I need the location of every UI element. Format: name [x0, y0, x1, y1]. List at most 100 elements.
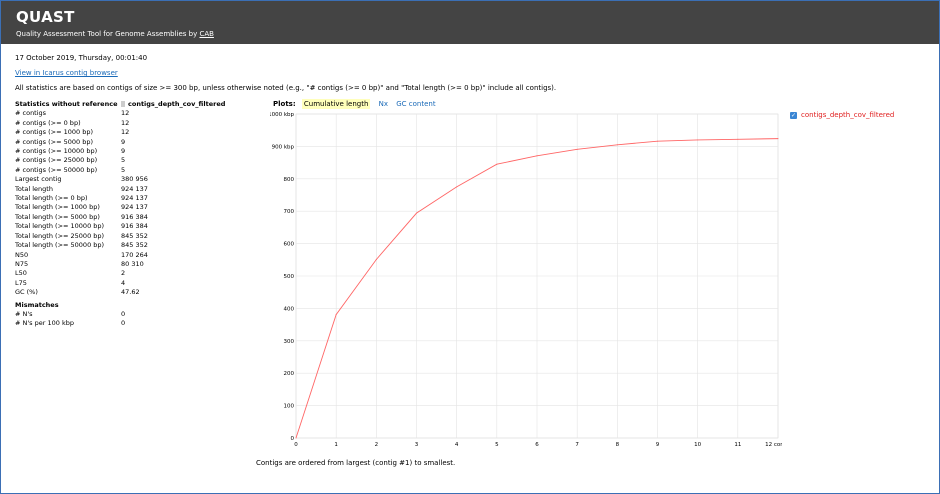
data-point	[697, 139, 699, 141]
metric-value: 5	[121, 165, 126, 174]
metric-value: 9	[121, 147, 126, 156]
legend-checkbox[interactable]: ✓	[790, 111, 797, 119]
plots-label: Plots:	[273, 100, 296, 108]
table-row: # contigs (>= 25000 bp) 5	[15, 156, 228, 165]
y-tick-label: 700	[284, 209, 295, 215]
metric-name: Total length (>= 0 bp)	[15, 194, 88, 203]
metric-value: 2	[121, 269, 126, 278]
cab-link[interactable]: CAB	[199, 30, 213, 38]
statistics-body: # contigs 12 # contigs (>= 0 bp) 12 # contig…	[15, 109, 228, 328]
plots-switcher: Plots: Cumulative length Nx GC content	[273, 99, 442, 109]
y-tick-label: 900 kbp	[272, 144, 295, 150]
data-point	[375, 258, 377, 260]
x-tick-label: 12 contig	[765, 442, 782, 448]
y-tick-label: 500	[284, 274, 295, 280]
data-point	[295, 437, 297, 439]
metric-name: # contigs (>= 50000 bp)	[15, 165, 98, 174]
table-row: # contigs (>= 0 bp) 12	[15, 119, 228, 128]
chart-legend[interactable]: ✓ contigs_depth_cov_filtered	[790, 111, 894, 119]
metric-name: Total length (>= 1000 bp)	[15, 203, 100, 212]
legend-label: contigs_depth_cov_filtered	[801, 111, 895, 119]
metric-value: 845 352	[121, 241, 148, 250]
metric-name: L75	[15, 278, 27, 287]
x-tick-label: 6	[535, 442, 539, 448]
subtitle-text: Quality Assessment Tool for Genome Assem…	[16, 30, 200, 38]
table-row: # contigs (>= 50000 bp) 5	[15, 166, 228, 175]
column-drag-handle[interactable]	[121, 101, 125, 107]
data-point	[576, 148, 578, 150]
table-row: Total length (>= 5000 bp) 916 384	[15, 213, 228, 222]
x-tick-label: 10	[694, 442, 701, 448]
metric-name: Largest contig	[15, 175, 62, 184]
metric-name: # N's	[15, 309, 33, 318]
metric-value: 47.62	[121, 288, 140, 297]
table-row: L75 4	[15, 279, 228, 288]
table-row: N50 170 264	[15, 251, 228, 260]
table-row: GC (%) 47.62	[15, 288, 228, 297]
metric-value: 916 384	[121, 212, 148, 221]
icarus-browser-link[interactable]: View in Icarus contig browser	[15, 69, 118, 77]
data-point	[416, 212, 417, 214]
metric-name: Total length (>= 10000 bp)	[15, 222, 105, 231]
chart-caption: Contigs are ordered from largest (contig…	[256, 459, 456, 467]
metric-value: 0	[121, 309, 126, 318]
table-row: Total length (>= 10000 bp) 916 384	[15, 222, 228, 231]
metric-name: Total length (>= 25000 bp)	[15, 231, 105, 240]
metric-name: # contigs (>= 10000 bp)	[15, 147, 98, 156]
metric-name: N75	[15, 259, 29, 268]
report-date: 17 October 2019, Thursday, 00:01:40	[15, 54, 148, 62]
x-tick-label: 3	[415, 442, 419, 448]
x-tick-label: 11	[734, 442, 741, 448]
metric-name: Total length (>= 5000 bp)	[15, 212, 100, 221]
y-tick-label: 600	[284, 242, 295, 248]
table-row: # N's 0	[15, 310, 228, 319]
table-row: # contigs (>= 5000 bp) 9	[15, 138, 228, 147]
metric-name: Total length (>= 50000 bp)	[15, 241, 105, 250]
metric-name: # N's per 100 kbp	[15, 319, 74, 328]
statistics-header-label: Statistics without reference	[15, 100, 118, 108]
data-point	[536, 155, 538, 157]
statistics-header-row: Statistics without reference contigs_dep…	[15, 100, 228, 109]
metric-value: 12	[121, 128, 130, 137]
assembly-name: contigs_depth_cov_filtered	[128, 100, 226, 108]
table-row: L50 2	[15, 269, 228, 278]
assembly-column-header: contigs_depth_cov_filtered	[121, 100, 228, 109]
app-subtitle: Quality Assessment Tool for Genome Assem…	[16, 30, 214, 38]
metric-name: # contigs	[15, 109, 47, 118]
table-row: Largest contig 380 956	[15, 175, 228, 184]
tab-gc-content[interactable]: GC content	[396, 100, 435, 108]
table-row: Total length (>= 1000 bp) 924 137	[15, 203, 228, 212]
data-point	[456, 186, 458, 188]
table-row: Total length (>= 0 bp) 924 137	[15, 194, 228, 203]
data-point	[737, 138, 739, 140]
metric-value: 80 310	[121, 259, 144, 268]
table-row: Total length (>= 25000 bp) 845 352	[15, 232, 228, 241]
metric-value: 12	[121, 109, 130, 118]
data-point	[335, 314, 337, 316]
metric-value: 916 384	[121, 222, 148, 231]
x-tick-label: 8	[616, 442, 620, 448]
metric-name: # contigs (>= 1000 bp)	[15, 128, 94, 137]
page-header: QUAST Quality Assessment Tool for Genome…	[1, 1, 939, 44]
x-tick-label: 0	[294, 442, 298, 448]
metric-value: 924 137	[121, 203, 148, 212]
metric-value: 0	[121, 319, 126, 328]
x-tick-label: 4	[455, 442, 459, 448]
metric-name: N50	[15, 250, 29, 259]
y-tick-label: 800	[284, 177, 295, 183]
y-tick-label: 1000 kbp	[270, 112, 294, 118]
statistics-table: Statistics without reference contigs_dep…	[15, 100, 228, 329]
metric-value: 12	[121, 118, 130, 127]
table-row: Total length 924 137	[15, 185, 228, 194]
metric-value: 9	[121, 137, 126, 146]
table-row: # contigs (>= 10000 bp) 9	[15, 147, 228, 156]
data-point	[777, 138, 779, 140]
metric-name: # contigs (>= 25000 bp)	[15, 156, 98, 165]
metric-value: 380 956	[121, 175, 148, 184]
mismatches-section-row: Mismatches	[15, 298, 228, 310]
metric-value: 845 352	[121, 231, 148, 240]
x-tick-label: 5	[495, 442, 499, 448]
table-row: # N's per 100 kbp 0	[15, 319, 228, 328]
tab-nx[interactable]: Nx	[379, 100, 388, 108]
metric-name: L50	[15, 269, 27, 278]
